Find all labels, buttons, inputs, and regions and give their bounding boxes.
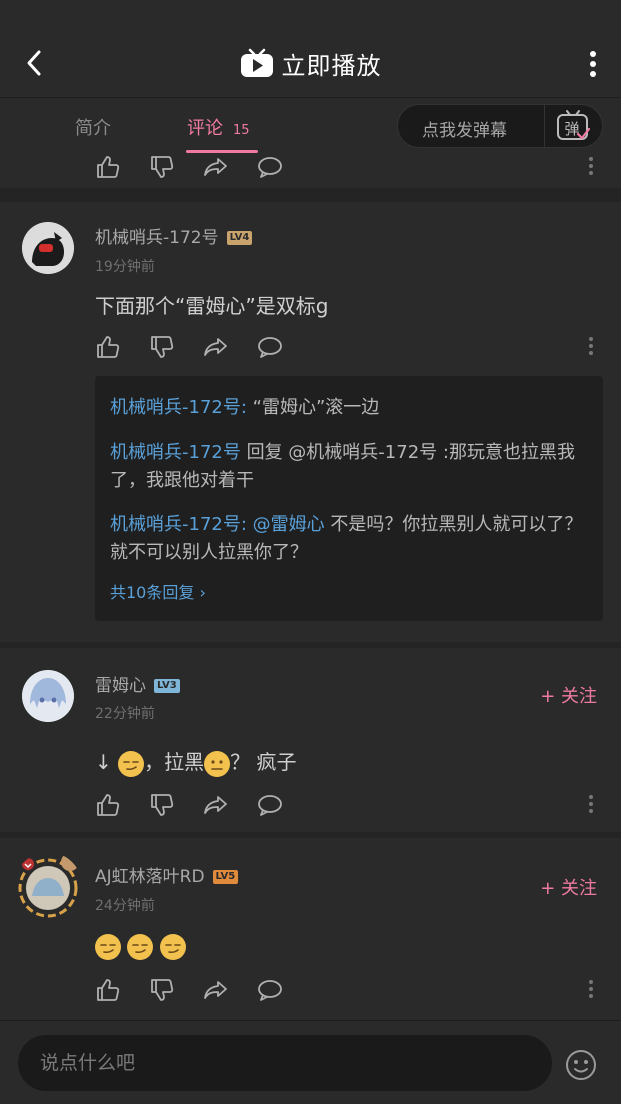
share-icon[interactable] — [203, 792, 229, 818]
top-bar: 立即播放 — [0, 0, 621, 97]
comments-count: 15 — [233, 123, 250, 138]
tab-comments[interactable]: 评论 15 — [187, 114, 250, 140]
tab-intro[interactable]: 简介 — [75, 114, 111, 140]
dislike-icon[interactable] — [149, 977, 175, 1003]
tv-play-icon — [240, 48, 273, 77]
share-icon[interactable] — [203, 977, 229, 1003]
like-icon[interactable] — [95, 334, 121, 360]
reply-text: “雷姆心”滚一边 — [252, 397, 380, 418]
reply-separator: 回复 @机械哨兵-172号 : — [240, 442, 449, 463]
username-text: 雷姆心 — [95, 676, 146, 696]
smirk-emoji-icon — [159, 933, 186, 960]
reply-item: 机械哨兵-172号 回复 @机械哨兵-172号 :那玩意也拉黑我了，我跟他对着干 — [110, 439, 588, 495]
comment-username[interactable]: AJ虹林落叶RD LV5 — [95, 862, 239, 887]
smirk-emoji-icon — [127, 933, 154, 960]
comment-divider — [0, 642, 621, 648]
level-badge: LV4 — [226, 231, 253, 245]
tab-comments-label: 评论 — [187, 118, 223, 139]
like-icon[interactable] — [95, 977, 121, 1003]
tab-bar: 简介 评论 15 点我发弹幕 弹 — [0, 97, 621, 155]
comment-content: 下面那个“雷姆心”是双标g — [95, 294, 329, 318]
comment-time: 24分钟前 — [95, 898, 155, 914]
page-title: 立即播放 — [281, 51, 382, 80]
avatar[interactable] — [22, 222, 74, 274]
reply-mention[interactable]: @雷姆心 — [253, 514, 325, 535]
username-text: AJ虹林落叶RD — [95, 867, 205, 887]
comment-more-icon[interactable] — [587, 977, 595, 1003]
share-icon[interactable] — [203, 334, 229, 360]
comment-actions — [95, 154, 595, 180]
svg-text:弹: 弹 — [564, 120, 579, 138]
follow-button[interactable]: + 关注 — [540, 682, 597, 708]
danmaku-label: 点我发弹幕 — [422, 121, 507, 141]
reply-icon[interactable] — [257, 334, 283, 360]
reply-icon[interactable] — [257, 792, 283, 818]
more-options-icon[interactable] — [587, 50, 599, 78]
dislike-icon[interactable] — [149, 154, 175, 180]
comment-actions — [95, 334, 595, 360]
replies-box[interactable]: 机械哨兵-172号: “雷姆心”滚一边 机械哨兵-172号 回复 @机械哨兵-1… — [95, 376, 603, 621]
danmaku-divider — [544, 105, 545, 147]
share-icon[interactable] — [203, 154, 229, 180]
dislike-icon[interactable] — [149, 792, 175, 818]
reply-item: 机械哨兵-172号: @雷姆心 不是吗？你拉黑别人就可以了？就不可以别人拉黑你了… — [110, 511, 588, 567]
content-text: ↓ — [95, 750, 112, 774]
avatar-with-frame[interactable] — [14, 852, 82, 920]
comment-actions — [95, 977, 595, 1003]
content-text: ？ 疯子 — [230, 750, 297, 774]
emoji-picker-icon[interactable] — [565, 1049, 597, 1081]
play-now-button[interactable]: 立即播放 — [0, 44, 621, 82]
follow-button[interactable]: + 关注 — [540, 874, 597, 900]
like-icon[interactable] — [95, 792, 121, 818]
avatar-anime-image — [22, 670, 74, 722]
reply-separator: : — [240, 514, 253, 535]
reply-icon[interactable] — [257, 977, 283, 1003]
comment-time: 19分钟前 — [95, 259, 155, 275]
username-text: 机械哨兵-172号 — [95, 228, 219, 248]
comment-more-icon[interactable] — [587, 154, 595, 180]
dislike-icon[interactable] — [149, 334, 175, 360]
comment-input[interactable] — [18, 1035, 552, 1091]
reply-separator: : — [240, 397, 253, 418]
reply-icon[interactable] — [257, 154, 283, 180]
reply-item: 机械哨兵-172号: “雷姆心”滚一边 — [110, 394, 588, 422]
comment-username[interactable]: 雷姆心 LV3 — [95, 671, 180, 696]
comment-content — [95, 933, 186, 960]
comment-actions — [95, 792, 595, 818]
comment-time: 22分钟前 — [95, 706, 155, 722]
active-tab-indicator — [186, 150, 258, 153]
avatar[interactable] — [22, 670, 74, 722]
level-badge: LV5 — [212, 870, 239, 884]
thinking-emoji-icon — [204, 750, 231, 777]
view-all-replies-link[interactable]: 共10条回复 › — [110, 579, 206, 603]
content-text: ，拉黑 — [144, 750, 205, 774]
comment-more-icon[interactable] — [587, 792, 595, 818]
reply-username[interactable]: 机械哨兵-172号 — [110, 397, 241, 418]
avatar-frame-image — [18, 853, 79, 918]
smirk-emoji-icon — [95, 933, 121, 960]
comment-divider — [0, 832, 621, 838]
comment-more-icon[interactable] — [587, 334, 595, 360]
smirk-emoji-icon — [118, 750, 145, 777]
level-badge: LV3 — [154, 679, 180, 693]
reply-username[interactable]: 机械哨兵-172号 — [110, 442, 241, 463]
reply-username[interactable]: 机械哨兵-172号 — [110, 514, 241, 535]
danmaku-toggle-icon[interactable]: 弹 — [555, 109, 591, 143]
comment-divider — [0, 188, 621, 202]
avatar-robot-image — [22, 222, 74, 274]
like-icon[interactable] — [95, 154, 121, 180]
comment-username[interactable]: 机械哨兵-172号 LV4 — [95, 223, 253, 248]
comment-content: ↓ ，拉黑 ？ 疯子 — [95, 746, 296, 777]
send-danmaku-button[interactable]: 点我发弹幕 弹 — [397, 104, 603, 148]
comment-composer-bar — [0, 1020, 621, 1104]
